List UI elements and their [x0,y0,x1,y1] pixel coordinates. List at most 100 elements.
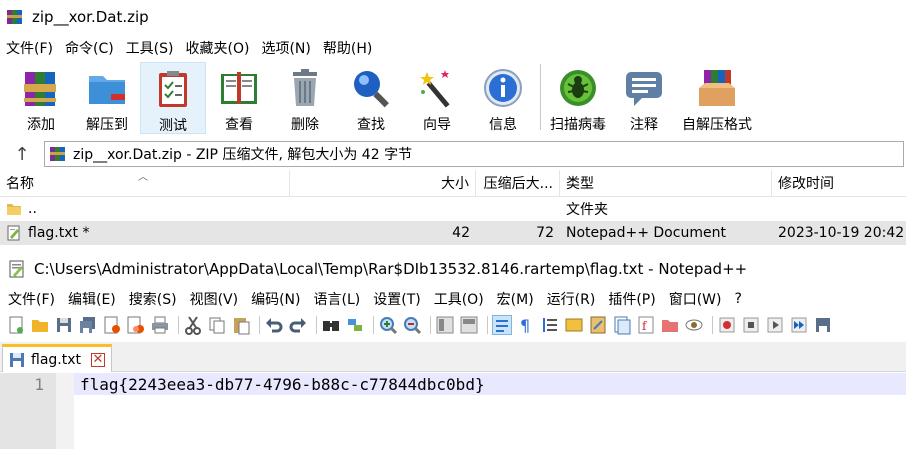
winrar-menu-bar: 文件(F) 命令(C) 工具(S) 收藏夹(O) 选项(N) 帮助(H) [0,36,906,60]
tab-label: flag.txt [31,351,81,368]
view-button[interactable]: 查看 [206,62,272,134]
monitoring-eye-icon[interactable] [684,315,704,335]
np-menu-macro[interactable]: 宏(M) [497,289,534,309]
np-menu-search[interactable]: 搜索(S) [129,289,177,309]
folder-workspace-icon[interactable] [660,315,680,335]
redo-icon[interactable] [288,315,308,335]
menu-help[interactable]: 帮助(H) [323,38,372,58]
test-button[interactable]: 测试 [140,62,206,134]
save-icon[interactable] [54,315,74,335]
np-menu-help[interactable]: ? [735,291,742,307]
wizard-button-label: 向导 [423,117,451,133]
menu-file[interactable]: 文件(F) [6,38,53,58]
column-name-label: 名称 [6,176,34,192]
archive-path-field[interactable]: zip__xor.Dat.zip - ZIP 压缩文件, 解包大小为 42 字节 [44,141,904,167]
record-macro-icon[interactable] [717,315,737,335]
cut-icon[interactable] [183,315,203,335]
add-button-label: 添加 [27,117,55,133]
doc-list-icon[interactable] [612,315,632,335]
new-file-icon[interactable] [6,315,26,335]
sfx-button-label: 自解压格式 [682,117,752,133]
stop-macro-icon[interactable] [741,315,761,335]
toolbar-divider [259,316,260,334]
winrar-title-bar: zip__xor.Dat.zip [0,0,906,34]
sync-horizontal-icon[interactable] [459,315,479,335]
comment-button[interactable]: 注释 [611,62,677,134]
sfx-button[interactable]: 自解压格式 [677,62,757,134]
np-menu-view[interactable]: 视图(V) [190,289,239,309]
table-row[interactable]: .. 文件夹 [0,197,906,221]
menu-favorites[interactable]: 收藏夹(O) [186,38,250,58]
indent-guide-icon[interactable] [540,315,560,335]
address-bar: ↑ zip__xor.Dat.zip - ZIP 压缩文件, 解包大小为 42 … [0,140,906,168]
editor-area[interactable]: 1 flag{2243eea3-db77-4796-b88c-c77844dbc… [0,373,906,449]
menu-tools[interactable]: 工具(S) [126,38,174,58]
column-name[interactable]: 名称 ︿ [0,169,290,197]
editor-text-line: flag{2243eea3-db77-4796-b88c-c77844dbc0b… [80,375,485,394]
tab-flag-txt[interactable]: flag.txt ✕ [2,344,112,372]
add-button[interactable]: 添加 [8,62,74,134]
word-wrap-icon[interactable] [492,315,512,335]
extract-to-button-label: 解压到 [86,117,128,133]
np-menu-file[interactable]: 文件(F) [8,289,55,309]
replace-icon[interactable] [345,315,365,335]
open-folder-icon[interactable] [30,315,50,335]
magnifier-icon [349,66,393,110]
virus-scan-button[interactable]: 扫描病毒 [545,62,611,134]
sfx-box-icon [695,66,739,110]
copy-icon[interactable] [207,315,227,335]
function-list-icon[interactable]: f [636,315,656,335]
file-size: 42 [452,225,470,241]
tab-close-icon[interactable]: ✕ [91,352,105,367]
paste-icon[interactable] [231,315,251,335]
table-row[interactable]: flag.txt * 42 72 Notepad++ Document 2023… [0,221,906,245]
column-packed[interactable]: 压缩后大... [476,169,560,197]
doc-map-icon[interactable] [588,315,608,335]
print-icon[interactable] [150,315,170,335]
info-button-label: 信息 [489,117,517,133]
winrar-window-title: zip__xor.Dat.zip [32,8,149,26]
np-menu-tools[interactable]: 工具(O) [434,289,484,309]
file-packed [476,197,560,221]
close-file-icon[interactable] [102,315,122,335]
np-menu-language[interactable]: 语言(L) [314,289,361,309]
np-menu-edit[interactable]: 编辑(E) [68,289,116,309]
sync-vertical-icon[interactable] [435,315,455,335]
column-size[interactable]: 大小 [290,169,476,197]
column-modified[interactable]: 修改时间 [772,170,906,197]
save-macro-icon[interactable] [813,315,833,335]
play-macro-icon[interactable] [765,315,785,335]
column-type[interactable]: 类型 [560,169,772,197]
file-packed: 72 [536,225,554,241]
np-menu-run[interactable]: 运行(R) [547,289,596,309]
extract-to-button[interactable]: 解压到 [74,62,140,134]
save-all-icon[interactable] [78,315,98,335]
undo-icon[interactable] [264,315,284,335]
extract-folder-icon [85,66,129,110]
find-icon[interactable] [321,315,341,335]
up-arrow-icon[interactable]: ↑ [0,144,44,165]
np-menu-window[interactable]: 窗口(W) [669,289,722,309]
np-menu-plugins[interactable]: 插件(P) [608,289,655,309]
zoom-out-icon[interactable] [402,315,422,335]
delete-button[interactable]: 删除 [272,62,338,134]
find-button[interactable]: 查找 [338,62,404,134]
show-all-characters-icon[interactable]: ¶ [516,315,536,335]
close-all-icon[interactable] [126,315,146,335]
udl-icon[interactable] [564,315,584,335]
column-size-label: 大小 [441,176,469,192]
info-button[interactable]: 信息 [470,62,536,134]
wizard-button[interactable]: 向导 [404,62,470,134]
menu-commands[interactable]: 命令(C) [65,38,114,58]
file-modified: 2023-10-19 20:42 [778,225,905,241]
view-button-label: 查看 [225,117,253,133]
np-menu-settings[interactable]: 设置(T) [373,289,420,309]
winrar-app-icon [6,8,24,26]
notepadpp-document-icon [6,225,22,241]
zoom-in-icon[interactable] [378,315,398,335]
np-menu-encoding[interactable]: 编码(N) [251,289,300,309]
run-macro-multiple-icon[interactable] [789,315,809,335]
file-name: flag.txt * [28,225,90,241]
menu-options[interactable]: 选项(N) [261,38,310,58]
view-book-icon [217,66,261,110]
